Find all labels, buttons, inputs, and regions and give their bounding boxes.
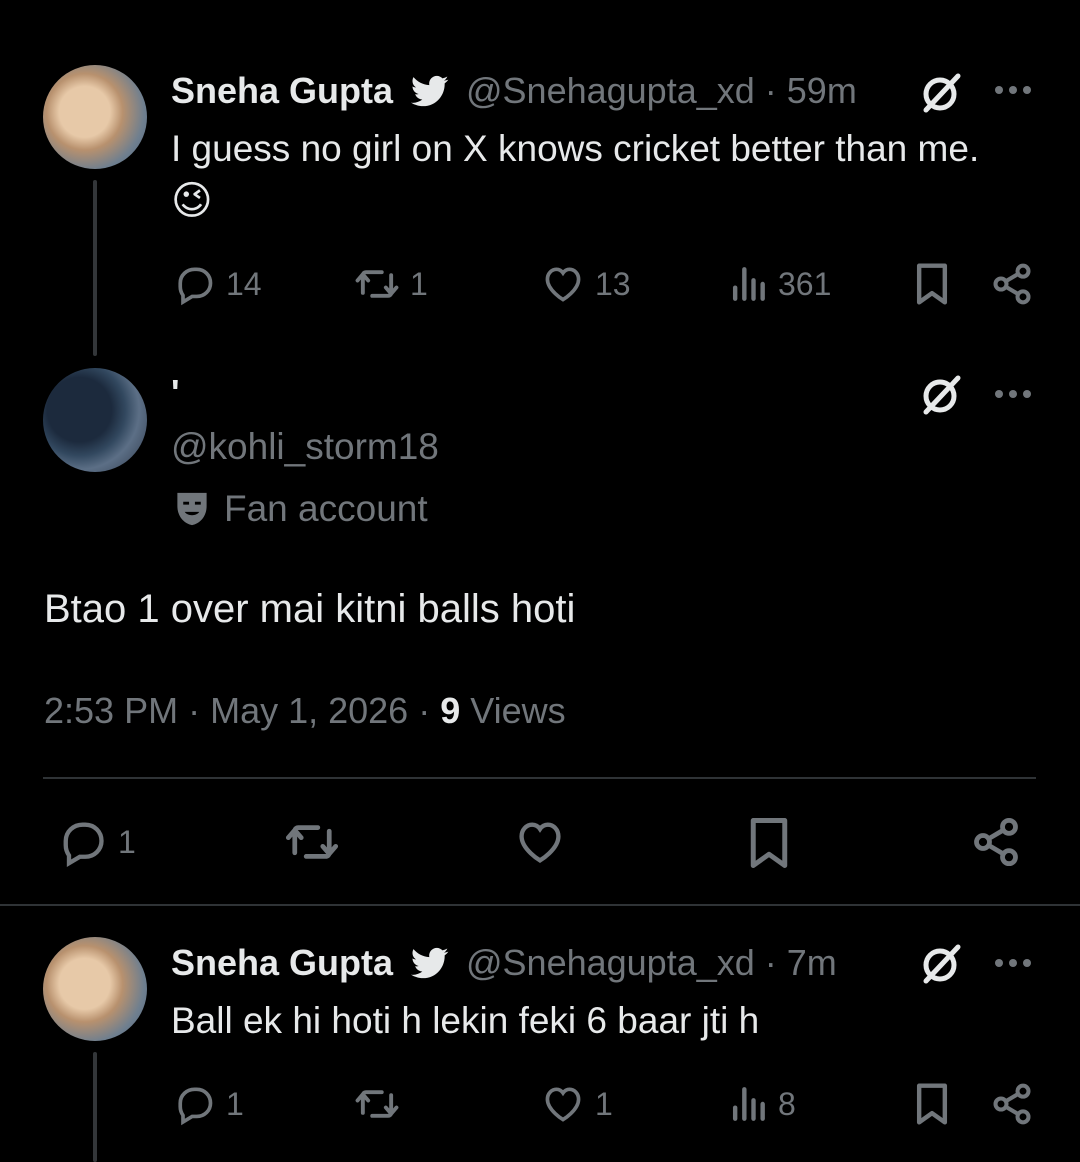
- views-button[interactable]: 361: [728, 262, 831, 306]
- fan-account-label: Fan account: [174, 488, 428, 530]
- reply-button[interactable]: 1: [172, 1082, 244, 1126]
- mask-icon: [177, 492, 207, 526]
- like-button[interactable]: 1: [541, 1082, 613, 1126]
- tweet-timestamp[interactable]: 2:53 PM · May 1, 2026 · 9 Views: [44, 690, 566, 732]
- bookmark-icon[interactable]: [746, 816, 792, 870]
- grok-icon[interactable]: [918, 941, 964, 987]
- share-icon[interactable]: [990, 262, 1034, 306]
- bird-icon: [411, 947, 449, 979]
- avatar[interactable]: [43, 368, 147, 472]
- reply-icon: [63, 822, 104, 868]
- retweet-button[interactable]: 1: [354, 262, 428, 306]
- share-icon[interactable]: [970, 816, 1022, 868]
- avatar[interactable]: [43, 937, 147, 1041]
- wink-emoji: 😉: [171, 179, 213, 223]
- bookmark-icon[interactable]: [912, 1082, 952, 1126]
- author-handle[interactable]: @Snehagupta_xd · 7m: [466, 942, 837, 984]
- retweet-icon[interactable]: [284, 816, 340, 868]
- divider: [43, 777, 1036, 779]
- reply-icon: [178, 1087, 213, 1126]
- reply-icon: [178, 267, 213, 306]
- author-name[interactable]: Sneha Gupta: [171, 942, 393, 984]
- author-name[interactable]: ': [171, 372, 180, 414]
- more-icon[interactable]: [993, 84, 1033, 96]
- author-handle[interactable]: @Snehagupta_xd · 59m: [466, 70, 857, 112]
- like-button[interactable]: 13: [541, 262, 631, 306]
- heart-icon: [545, 1087, 581, 1122]
- bird-icon: [411, 75, 449, 107]
- thread-line: [93, 180, 97, 356]
- heart-icon: [545, 267, 581, 302]
- more-icon[interactable]: [993, 388, 1033, 400]
- grok-icon[interactable]: [918, 70, 964, 116]
- thread-line: [93, 1052, 97, 1162]
- views-icon: [732, 267, 765, 301]
- more-icon[interactable]: [993, 957, 1033, 969]
- bookmark-icon[interactable]: [912, 262, 952, 306]
- retweet-icon: [355, 270, 399, 298]
- share-icon[interactable]: [990, 1082, 1034, 1126]
- author-handle[interactable]: @kohli_storm18: [171, 426, 439, 468]
- heart-icon[interactable]: [514, 816, 566, 868]
- views-button[interactable]: 8: [728, 1082, 796, 1126]
- views-icon: [732, 1087, 765, 1121]
- retweet-icon[interactable]: [354, 1082, 400, 1126]
- tweet-text: Btao 1 over mai kitni balls hoti: [44, 587, 576, 631]
- divider: [0, 904, 1080, 906]
- author-name[interactable]: Sneha Gupta: [171, 70, 393, 112]
- reply-button[interactable]: 14: [172, 262, 262, 306]
- reply-button[interactable]: 1: [56, 816, 136, 868]
- avatar[interactable]: [43, 65, 147, 169]
- tweet-text: Ball ek hi hoti h lekin feki 6 baar jti …: [171, 1000, 760, 1041]
- tweet-text: I guess no girl on X knows cricket bette…: [171, 128, 980, 169]
- grok-icon[interactable]: [918, 372, 964, 418]
